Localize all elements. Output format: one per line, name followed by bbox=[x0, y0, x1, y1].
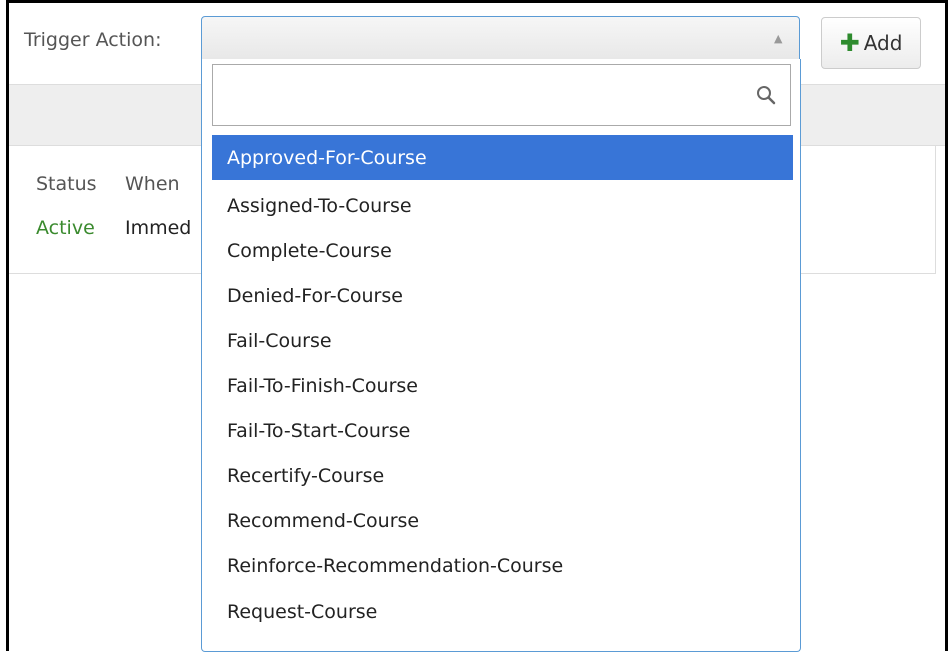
caret-up-icon[interactable]: ▲ bbox=[774, 32, 782, 45]
dropdown-option[interactable]: Recertify-Course bbox=[212, 453, 793, 498]
dropdown-option[interactable]: Fail-To-Start-Course bbox=[212, 408, 793, 453]
column-header-when[interactable]: When bbox=[125, 173, 180, 195]
when-cell: Immed bbox=[125, 217, 192, 239]
column-header-status[interactable]: Status bbox=[36, 173, 97, 195]
dropdown-option[interactable]: Assigned-To-Course bbox=[212, 183, 793, 228]
dropdown-option[interactable]: Reinforce-Recommendation-Course bbox=[212, 543, 793, 588]
add-button[interactable]: ✚ Add bbox=[821, 17, 921, 69]
search-icon bbox=[757, 86, 776, 105]
dropdown-option[interactable]: Fail-To-Finish-Course bbox=[212, 363, 793, 408]
plus-icon: ✚ bbox=[839, 29, 860, 57]
dropdown-option[interactable]: Recommend-Course bbox=[212, 498, 793, 543]
trigger-action-label: Trigger Action: bbox=[24, 29, 162, 51]
dropdown-option[interactable]: Complete-Course bbox=[212, 228, 793, 273]
dropdown-option[interactable]: Approved-For-Course bbox=[212, 135, 793, 180]
status-badge: Active bbox=[36, 217, 95, 239]
dropdown-option[interactable]: Request-Course bbox=[212, 589, 793, 634]
search-field[interactable] bbox=[212, 64, 791, 126]
trigger-action-select[interactable] bbox=[201, 16, 800, 60]
dropdown-option[interactable]: Denied-For-Course bbox=[212, 273, 793, 318]
search-input[interactable] bbox=[213, 65, 790, 125]
add-button-label: Add bbox=[863, 31, 903, 55]
dropdown-option[interactable]: Fail-Course bbox=[212, 318, 793, 363]
frame-border-top bbox=[6, 0, 948, 3]
